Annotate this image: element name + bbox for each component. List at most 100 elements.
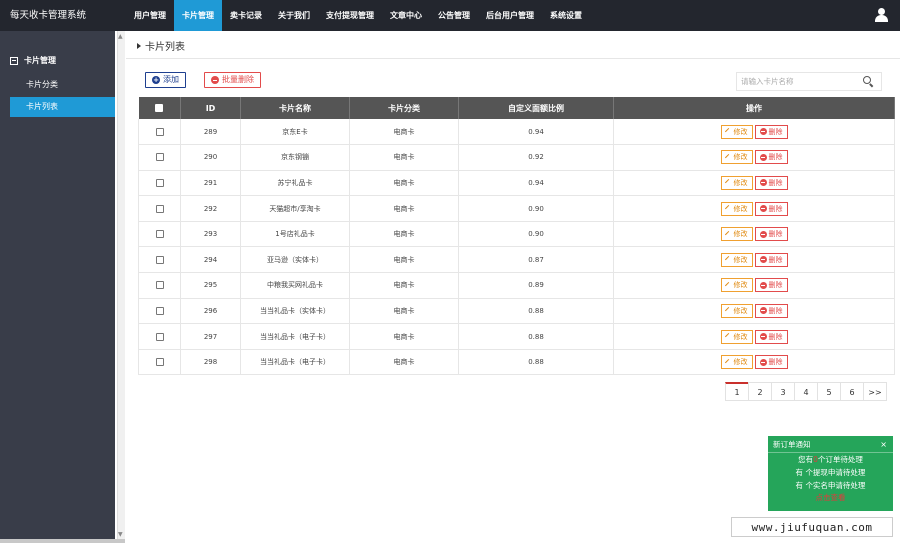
cell-actions: 修改 删除: [613, 272, 895, 299]
edit-label: 修改: [733, 127, 748, 136]
cell-actions: 修改 删除: [613, 323, 895, 350]
next-page-button[interactable]: >>: [863, 382, 887, 401]
minus-circle-icon: [759, 256, 767, 264]
cell-ratio: 0.88: [458, 349, 614, 376]
user-icon[interactable]: [874, 8, 888, 23]
search-input[interactable]: [737, 73, 857, 90]
pagination: 1 2 3 4 5 6 >>: [725, 382, 887, 401]
pencil-icon: [724, 358, 732, 366]
page-1[interactable]: 1: [725, 382, 749, 401]
delete-button[interactable]: 删除: [754, 150, 788, 165]
cell-category: 电商卡: [349, 170, 459, 197]
cell-name: 1号店礼品卡: [240, 221, 350, 248]
delete-button[interactable]: 删除: [754, 227, 788, 242]
cell-ratio: 0.88: [458, 323, 614, 350]
pencil-icon: [724, 153, 732, 161]
batch-delete-button[interactable]: 批量删除: [204, 72, 261, 88]
edit-button[interactable]: 修改: [720, 355, 753, 370]
pencil-icon: [724, 256, 732, 264]
delete-button[interactable]: 删除: [754, 303, 788, 318]
edit-button[interactable]: 修改: [720, 175, 753, 190]
nav-item-6[interactable]: 公告管理: [430, 0, 478, 31]
delete-label: 删除: [768, 255, 783, 264]
notification-view-link[interactable]: 点击查看: [768, 492, 893, 504]
top-bar: 每天收卡管理系统 用户管理 卡片管理 卖卡记录 关于我们 支付提现管理 文章中心 公告管理后…: [0, 0, 900, 31]
row-checkbox[interactable]: [155, 178, 164, 187]
edit-label: 修改: [733, 153, 748, 162]
minus-circle-icon: [759, 358, 767, 366]
row-checkbox[interactable]: [155, 153, 164, 162]
row-checkbox[interactable]: [155, 281, 164, 290]
delete-button[interactable]: 删除: [754, 124, 788, 139]
cell-actions: 修改 删除: [613, 170, 895, 197]
row-checkbox[interactable]: [155, 306, 164, 315]
cell-name: 亚马逊（实体卡）: [240, 246, 350, 274]
delete-button[interactable]: 删除: [754, 355, 788, 370]
edit-button[interactable]: 修改: [720, 252, 753, 267]
delete-label: 删除: [768, 178, 783, 187]
row-checkbox[interactable]: [155, 255, 164, 264]
select-all-checkbox[interactable]: [155, 104, 164, 112]
notification-text: 个订单待处理: [817, 455, 863, 464]
delete-button[interactable]: 删除: [754, 175, 788, 190]
edit-button[interactable]: 修改: [720, 329, 753, 344]
delete-button[interactable]: 删除: [754, 201, 788, 216]
cell-category: 电商卡: [349, 144, 459, 171]
delete-label: 删除: [768, 358, 783, 367]
page-5[interactable]: 5: [817, 382, 841, 401]
page-3[interactable]: 3: [771, 382, 795, 401]
delete-button[interactable]: 删除: [754, 329, 788, 344]
row-checkbox[interactable]: [155, 127, 164, 136]
minus-circle-icon: [759, 230, 767, 238]
close-icon[interactable]: ×: [880, 436, 887, 453]
table-row: 296 当当礼品卡（实体卡） 电商卡 0.88 修改 删除: [138, 298, 895, 325]
nav-item-8[interactable]: 系统设置: [542, 0, 590, 31]
edit-button[interactable]: 修改: [720, 227, 753, 242]
delete-button[interactable]: 删除: [754, 278, 788, 293]
scroll-down-icon[interactable]: ▼: [118, 531, 123, 538]
cell-category: 电商卡: [349, 119, 459, 146]
cell-actions: 修改 删除: [613, 349, 895, 376]
add-button[interactable]: + 添加: [145, 72, 186, 88]
table-row: 297 当当礼品卡（电子卡） 电商卡 0.88 修改 删除: [138, 323, 895, 350]
nav-item-4[interactable]: 支付提现管理: [318, 0, 382, 31]
sidebar-item-card-list[interactable]: 卡片列表: [10, 97, 115, 117]
row-checkbox[interactable]: [155, 332, 164, 341]
row-checkbox[interactable]: [155, 230, 164, 239]
cell-category: 电商卡: [349, 323, 459, 350]
cell-category: 电商卡: [349, 221, 459, 248]
pencil-icon: [724, 128, 732, 136]
page-4[interactable]: 4: [794, 382, 818, 401]
horizontal-scrollbar[interactable]: [0, 539, 125, 543]
table-row: 298 当当礼品卡（电子卡） 电商卡 0.88 修改 删除: [138, 349, 895, 376]
cell-id: 293: [180, 221, 241, 248]
sidebar-item-card-category[interactable]: 卡片分类: [10, 75, 115, 95]
edit-label: 修改: [733, 204, 748, 213]
cell-ratio: 0.94: [458, 119, 614, 146]
search-box: [736, 72, 882, 91]
nav-item-0[interactable]: 用户管理: [126, 0, 174, 31]
row-checkbox[interactable]: [155, 358, 164, 367]
nav-item-2[interactable]: 卖卡记录: [222, 0, 270, 31]
nav-item-1[interactable]: 卡片管理: [174, 0, 222, 31]
sidebar-group-card-management[interactable]: 卡片管理: [10, 55, 56, 66]
notification-text: 有: [795, 481, 804, 490]
row-checkbox[interactable]: [155, 204, 164, 213]
row-select-cell: [138, 119, 181, 146]
nav-item-3[interactable]: 关于我们: [270, 0, 318, 31]
delete-button[interactable]: 删除: [754, 252, 788, 267]
notification-line-orders: 您有0个订单待处理: [768, 453, 893, 466]
scrollbar[interactable]: [117, 31, 125, 543]
edit-button[interactable]: 修改: [720, 303, 753, 318]
edit-button[interactable]: 修改: [720, 150, 753, 165]
cell-ratio: 0.87: [458, 246, 614, 274]
search-icon[interactable]: [863, 76, 874, 88]
scroll-up-icon[interactable]: ▲: [118, 33, 123, 40]
page-6[interactable]: 6: [840, 382, 864, 401]
nav-item-5[interactable]: 文章中心: [382, 0, 430, 31]
edit-button[interactable]: 修改: [720, 124, 753, 139]
edit-button[interactable]: 修改: [720, 278, 753, 293]
page-2[interactable]: 2: [748, 382, 772, 401]
edit-button[interactable]: 修改: [720, 201, 753, 216]
nav-item-7[interactable]: 后台用户管理: [478, 0, 542, 31]
